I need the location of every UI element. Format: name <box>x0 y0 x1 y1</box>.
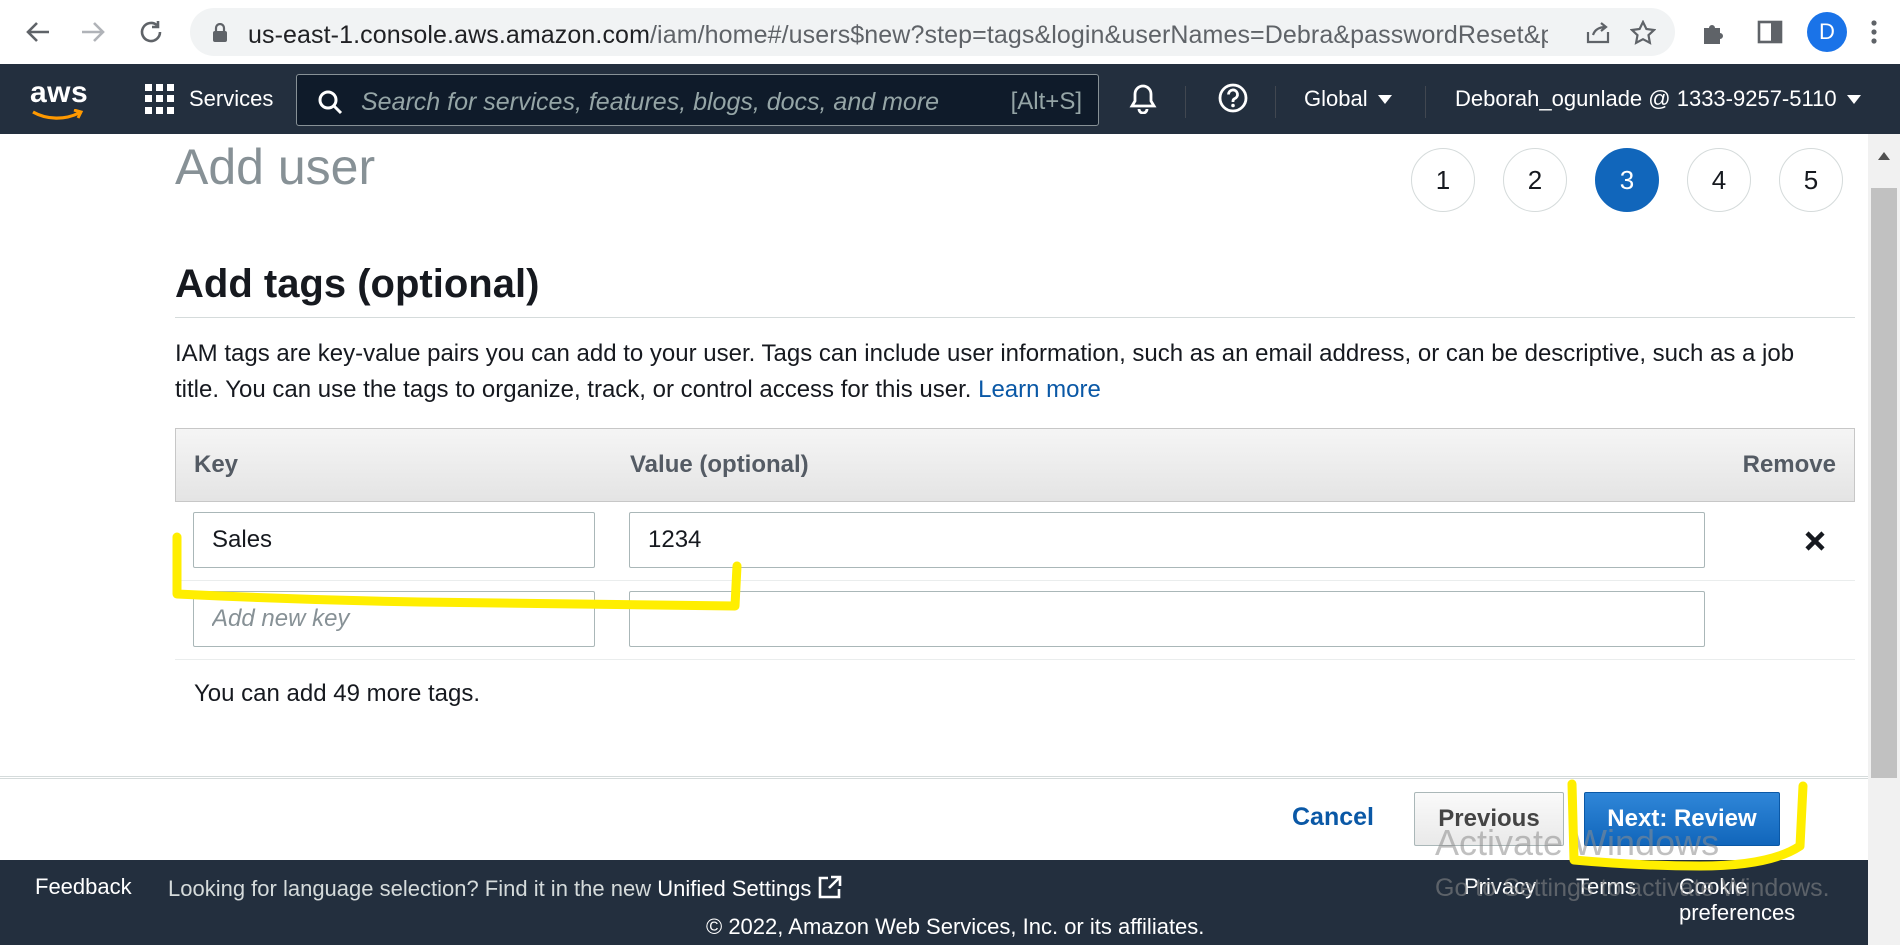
share-icon[interactable] <box>1583 18 1613 48</box>
forward-arrow-icon[interactable] <box>73 12 113 52</box>
extensions-puzzle-icon[interactable] <box>1696 14 1732 50</box>
aws-footer: Feedback Looking for language selection?… <box>0 860 1868 945</box>
next-review-button[interactable]: Next: Review <box>1584 792 1780 846</box>
previous-button[interactable]: Previous <box>1414 792 1564 846</box>
external-link-icon <box>817 874 843 906</box>
region-label: Global <box>1304 86 1368 111</box>
account-menu[interactable]: Deborah_ogunlade @ 1333-9257-5110 <box>1455 86 1861 112</box>
step-2[interactable]: 2 <box>1503 148 1567 212</box>
scrollbar-thumb[interactable] <box>1871 188 1897 778</box>
copyright-text: © 2022, Amazon Web Services, Inc. or its… <box>706 914 1205 939</box>
lock-icon[interactable] <box>212 22 228 48</box>
aws-logo[interactable]: aws <box>30 78 90 120</box>
cookie-preferences-link[interactable]: Cookie preferences <box>1679 874 1868 926</box>
unified-settings-label: Unified Settings <box>657 875 812 901</box>
url-host: us-east-1.console.aws.amazon.com <box>248 21 650 49</box>
column-header-value: Value (optional) <box>630 451 809 478</box>
nav-divider <box>1425 86 1426 118</box>
main-content: Add user 1 2 3 4 5 Add tags (optional) I… <box>0 134 1868 778</box>
caret-down-icon <box>1846 94 1861 104</box>
feedback-link[interactable]: Feedback <box>35 874 132 900</box>
region-selector[interactable]: Global <box>1304 86 1392 112</box>
section-title: Add tags (optional) <box>175 262 540 306</box>
tags-remaining-text: You can add 49 more tags. <box>194 680 480 707</box>
new-tag-row <box>175 581 1855 660</box>
step-3-active[interactable]: 3 <box>1595 148 1659 212</box>
search-shortcut-hint: [Alt+S] <box>1010 88 1082 115</box>
services-grid-icon <box>145 84 175 114</box>
nav-divider <box>1275 86 1276 118</box>
tags-description: IAM tags are key-value pairs you can add… <box>175 336 1835 408</box>
help-icon[interactable] <box>1217 82 1249 119</box>
scroll-up-arrow-icon[interactable] <box>1878 152 1890 160</box>
browser-toolbar: us-east-1.console.aws.amazon.com/iam/hom… <box>0 0 1900 64</box>
tag-row <box>175 502 1855 581</box>
tags-table: Key Value (optional) Remove <box>175 428 1855 660</box>
bookmark-star-icon[interactable] <box>1628 18 1658 48</box>
notifications-bell-icon[interactable] <box>1127 82 1159 119</box>
step-4[interactable]: 4 <box>1687 148 1751 212</box>
url-text[interactable]: us-east-1.console.aws.amazon.com/iam/hom… <box>248 21 1548 50</box>
url-path: /iam/home#/users$new?step=tags&login&use… <box>650 21 1548 49</box>
aws-logo-text: aws <box>30 76 89 109</box>
wizard-actions: Cancel Previous Next: Review <box>0 778 1868 860</box>
new-tag-key-input[interactable] <box>193 591 595 647</box>
tags-table-header: Key Value (optional) Remove <box>175 428 1855 502</box>
search-placeholder: Search for services, features, blogs, do… <box>361 88 940 116</box>
step-5[interactable]: 5 <box>1779 148 1843 212</box>
page-scrollbar[interactable] <box>1868 134 1900 945</box>
column-header-key: Key <box>194 451 239 478</box>
page-title: Add user <box>175 139 376 195</box>
language-prompt: Looking for language selection? Find it … <box>168 874 843 906</box>
account-label: Deborah_ogunlade @ 1333-9257-5110 <box>1455 86 1837 111</box>
services-label: Services <box>189 86 274 111</box>
back-arrow-icon[interactable] <box>18 12 58 52</box>
unified-settings-link[interactable]: Unified Settings <box>657 875 843 901</box>
learn-more-link[interactable]: Learn more <box>978 376 1101 403</box>
side-panel-icon[interactable] <box>1752 14 1788 50</box>
profile-avatar[interactable]: D <box>1807 12 1847 52</box>
aws-smile-icon <box>32 108 84 120</box>
cancel-button[interactable]: Cancel <box>1292 803 1374 832</box>
column-header-remove: Remove <box>1742 451 1836 478</box>
caret-down-icon <box>1377 94 1392 104</box>
tag-value-input[interactable] <box>629 512 1705 568</box>
privacy-link[interactable]: Privacy <box>1464 874 1536 900</box>
content-divider <box>0 776 1868 777</box>
step-1[interactable]: 1 <box>1411 148 1475 212</box>
browser-menu-icon[interactable] <box>1864 14 1884 50</box>
search-icon <box>317 89 343 120</box>
nav-divider <box>1185 86 1186 118</box>
remove-tag-icon[interactable] <box>1800 526 1830 556</box>
tag-key-input[interactable] <box>193 512 595 568</box>
language-prompt-text: Looking for language selection? Find it … <box>168 875 652 901</box>
new-tag-value-input[interactable] <box>629 591 1705 647</box>
terms-link[interactable]: Terms <box>1576 874 1636 900</box>
aws-search-bar[interactable]: Search for services, features, blogs, do… <box>296 74 1099 126</box>
address-bar[interactable]: us-east-1.console.aws.amazon.com/iam/hom… <box>190 8 1675 56</box>
section-divider <box>175 317 1855 318</box>
aws-top-navigation: aws Services Search for services, featur… <box>0 64 1900 134</box>
services-menu-button[interactable]: Services <box>145 80 273 118</box>
reload-icon[interactable] <box>131 12 171 52</box>
